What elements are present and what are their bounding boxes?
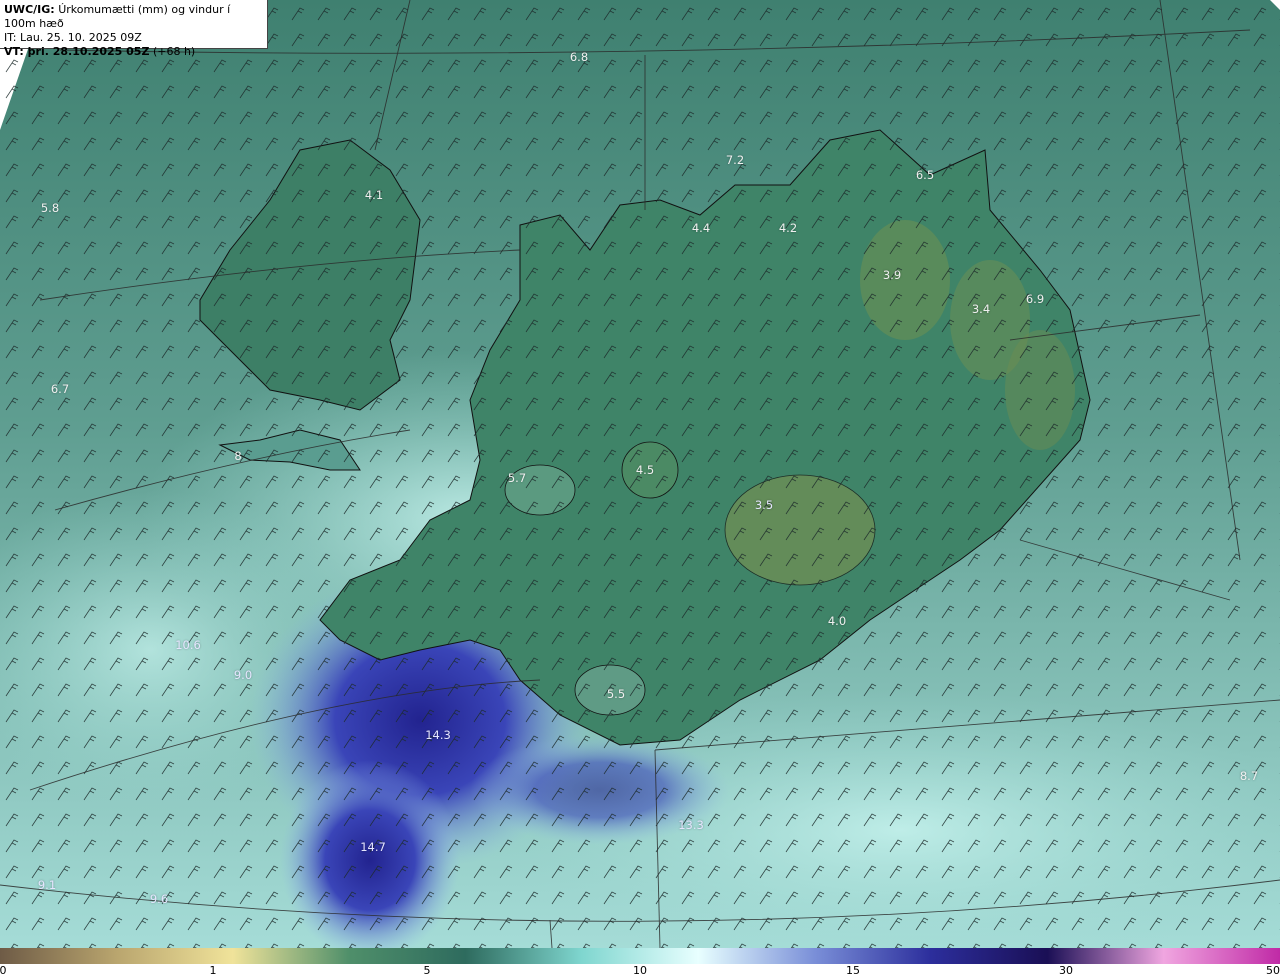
precip-value-label: 4.0 [827, 614, 847, 628]
precip-value-label: 3.5 [754, 498, 774, 512]
precip-value-label: 10.6 [175, 638, 201, 652]
colorbar-tick-label: 0 [0, 964, 7, 977]
precip-value-label: 9.6 [149, 892, 169, 906]
valid-time: VT: þri. 28.10.2025 05Z [4, 45, 150, 58]
precip-value-label: 9.1 [37, 878, 57, 892]
precip-value-label: 6.9 [1025, 292, 1045, 306]
colorbar-tick-label: 15 [846, 964, 860, 977]
precip-value-label: 8.7 [1239, 769, 1259, 783]
precip-value-label: 4.2 [778, 221, 798, 235]
model-name: UWC/IG: [4, 3, 55, 16]
precip-value-label: 8 [234, 449, 242, 463]
precip-value-label: 3.9 [882, 268, 902, 282]
precip-value-label: 6.8 [569, 50, 589, 64]
precip-value-label: 3.4 [971, 302, 991, 316]
precip-value-label: 7.2 [725, 153, 745, 167]
precip-value-label: 13.3 [678, 818, 704, 832]
precip-value-label: 4.1 [364, 188, 384, 202]
precip-value-label: 5.7 [507, 471, 527, 485]
precip-value-label: 4.5 [635, 463, 655, 477]
precip-value-label: 14.3 [425, 728, 451, 742]
precip-value-label: 6.7 [50, 382, 70, 396]
colorbar-strip [0, 948, 1280, 964]
colorbar-tick-label: 30 [1059, 964, 1073, 977]
init-time: IT: Lau. 25. 10. 2025 09Z [4, 31, 142, 44]
colorbar-tick-label: 50 [1266, 964, 1280, 977]
map-title-box: UWC/IG: Úrkomumætti (mm) og vindur í 100… [0, 0, 268, 58]
colorbar-tick-label: 5 [423, 964, 431, 977]
precip-value-label: 9.0 [233, 668, 253, 682]
precip-value-label: 5.5 [606, 687, 626, 701]
valid-offset: (+68 h) [152, 45, 196, 58]
colorbar-legend: 0 1 5 10 15 30 50 [0, 948, 1280, 978]
precip-value-label: 4.4 [691, 221, 711, 235]
colorbar-tick-label: 1 [209, 964, 217, 977]
precip-value-label: 14.7 [360, 840, 386, 854]
precip-value-label: 6.5 [915, 168, 935, 182]
colorbar-tick-label: 10 [633, 964, 647, 977]
precip-value-label: 5.8 [40, 201, 60, 215]
